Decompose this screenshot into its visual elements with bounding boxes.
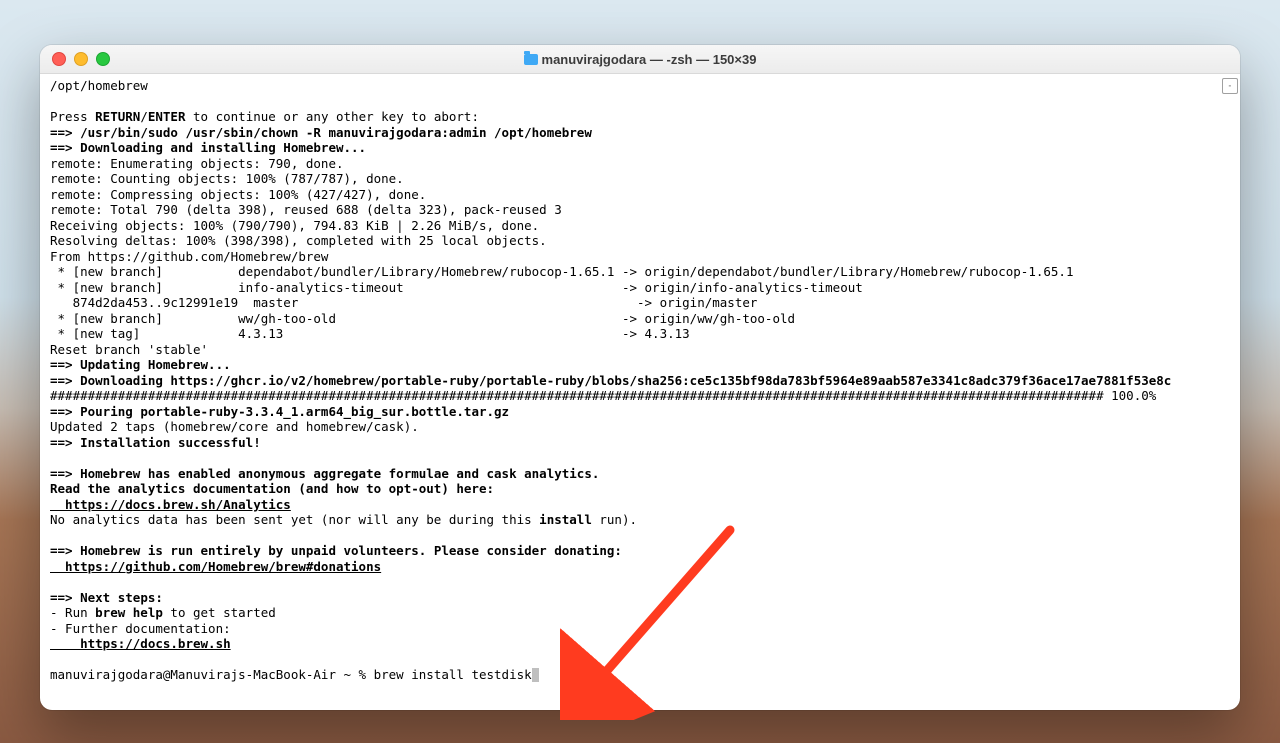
- section-arrow: ==>: [50, 357, 80, 372]
- section-arrow: ==>: [50, 373, 80, 388]
- out-line: to get started: [163, 605, 276, 620]
- out-line: * [new branch] info-analytics-timeout ->…: [50, 280, 863, 295]
- out-line: Reset branch 'stable': [50, 342, 208, 357]
- out-line: install: [539, 512, 592, 527]
- out-line: Downloading https://ghcr.io/v2/homebrew/…: [80, 373, 1171, 388]
- typed-command[interactable]: brew install testdisk: [374, 667, 532, 682]
- out-line: Updating Homebrew...: [80, 357, 231, 372]
- section-arrow: ==>: [50, 125, 80, 140]
- section-arrow: ==>: [50, 435, 80, 450]
- link-analytics[interactable]: https://docs.brew.sh/Analytics: [50, 497, 291, 512]
- out-line: Updated 2 taps (homebrew/core and homebr…: [50, 419, 419, 434]
- out-line: to continue or any other key to abort:: [185, 109, 479, 124]
- out-line: Installation successful!: [80, 435, 261, 450]
- out-line: Downloading and installing Homebrew...: [80, 140, 366, 155]
- out-line: Homebrew has enabled anonymous aggregate…: [80, 466, 599, 481]
- zoom-button[interactable]: [96, 52, 110, 66]
- out-line: remote: Enumerating objects: 790, done.: [50, 156, 344, 171]
- out-line: From https://github.com/Homebrew/brew: [50, 249, 328, 264]
- close-button[interactable]: [52, 52, 66, 66]
- out-line: No analytics data has been sent yet (nor…: [50, 512, 539, 527]
- minimize-button[interactable]: [74, 52, 88, 66]
- out-line: RETURN: [95, 109, 140, 124]
- out-line: - Further documentation:: [50, 621, 231, 636]
- out-line: 874d2da453..9c12991e19 master -> origin/…: [50, 295, 757, 310]
- link-donations[interactable]: https://github.com/Homebrew/brew#donatio…: [50, 559, 381, 574]
- out-line: brew help: [95, 605, 163, 620]
- out-line: Receiving objects: 100% (790/790), 794.8…: [50, 218, 539, 233]
- section-arrow: ==>: [50, 404, 80, 419]
- folder-icon: [524, 54, 538, 65]
- terminal-output[interactable]: ≡ /opt/homebrew Press RETURN/ENTER to con…: [40, 74, 1240, 710]
- out-line: Next steps:: [80, 590, 163, 605]
- traffic-lights: [52, 52, 110, 66]
- out-line: /usr/bin/sudo /usr/sbin/chown -R manuvir…: [80, 125, 592, 140]
- window-title: manuvirajgodara — -zsh — 150×39: [40, 52, 1240, 67]
- out-line: * [new tag] 4.3.13 -> 4.3.13: [50, 326, 690, 341]
- out-line: /: [140, 109, 148, 124]
- section-arrow: ==>: [50, 466, 80, 481]
- out-line: ########################################…: [50, 388, 1156, 403]
- out-line: run).: [592, 512, 637, 527]
- section-arrow: ==>: [50, 543, 80, 558]
- out-line: Homebrew is run entirely by unpaid volun…: [80, 543, 622, 558]
- out-line: - Run: [50, 605, 95, 620]
- terminal-window: manuvirajgodara — -zsh — 150×39 ≡ /opt/ho…: [40, 45, 1240, 710]
- out-line: /opt/homebrew: [50, 78, 148, 93]
- document-icon: ≡: [1222, 78, 1238, 94]
- out-line: Pouring portable-ruby-3.3.4_1.arm64_big_…: [80, 404, 509, 419]
- window-title-text: manuvirajgodara — -zsh — 150×39: [542, 52, 757, 67]
- out-line: ENTER: [148, 109, 186, 124]
- out-line: * [new branch] ww/gh-too-old -> origin/w…: [50, 311, 795, 326]
- out-line: * [new branch] dependabot/bundler/Librar…: [50, 264, 1074, 279]
- shell-prompt: manuvirajgodara@Manuvirajs-MacBook-Air ~…: [50, 667, 374, 682]
- out-line: Read the analytics documentation (and ho…: [50, 481, 494, 496]
- section-arrow: ==>: [50, 140, 80, 155]
- out-line: Resolving deltas: 100% (398/398), comple…: [50, 233, 547, 248]
- link-docs[interactable]: https://docs.brew.sh: [50, 636, 231, 651]
- out-line: remote: Total 790 (delta 398), reused 68…: [50, 202, 562, 217]
- section-arrow: ==>: [50, 590, 80, 605]
- out-line: remote: Counting objects: 100% (787/787)…: [50, 171, 404, 186]
- cursor: [532, 668, 539, 682]
- out-line: remote: Compressing objects: 100% (427/4…: [50, 187, 426, 202]
- out-line: Press: [50, 109, 95, 124]
- window-titlebar[interactable]: manuvirajgodara — -zsh — 150×39: [40, 45, 1240, 74]
